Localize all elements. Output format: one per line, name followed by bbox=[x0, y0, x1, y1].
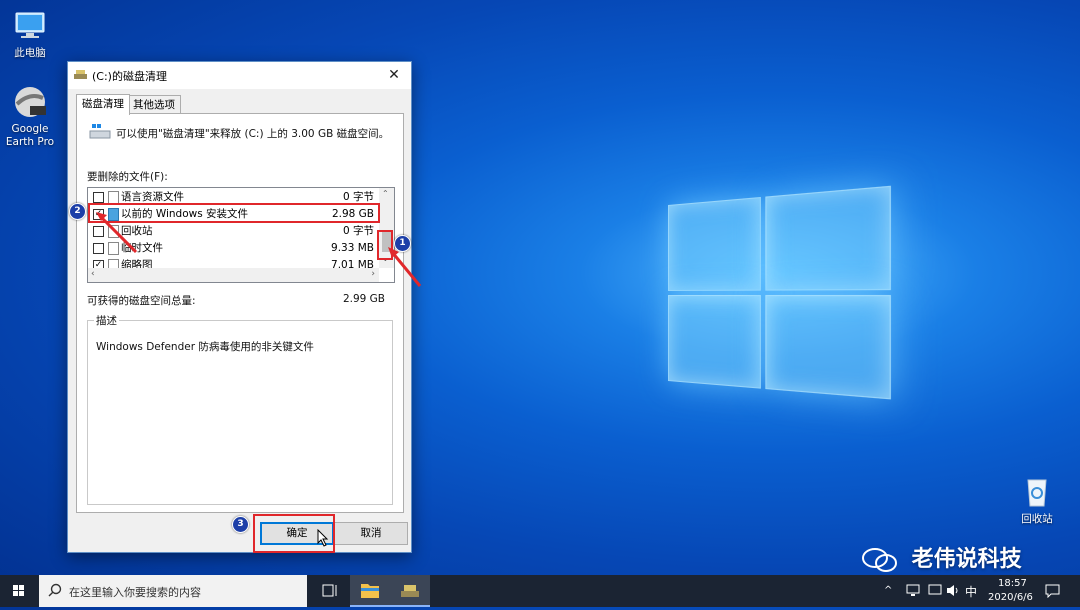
tab-disk-cleanup[interactable]: 磁盘清理 bbox=[76, 94, 130, 115]
chevron-up-icon[interactable]: ^ bbox=[884, 585, 892, 596]
scroll-left-icon[interactable]: ‹ bbox=[91, 269, 95, 279]
desktop-icon-label: Google Earth Pro bbox=[5, 123, 55, 148]
file-explorer-button[interactable] bbox=[350, 575, 390, 607]
recycle-bin-small-icon bbox=[108, 225, 119, 238]
file-size: 0 字节 bbox=[342, 225, 374, 237]
tab-panel: 可以使用"磁盘清理"来释放 (C:) 上的 3.00 GB 磁盘空间。 要删除的… bbox=[76, 113, 404, 513]
tab-more-options[interactable]: 其他选项 bbox=[127, 95, 181, 114]
task-view-icon bbox=[322, 584, 337, 597]
step-badge-3: 3 bbox=[232, 516, 249, 533]
cancel-button[interactable]: 取消 bbox=[334, 522, 408, 545]
file-checkbox[interactable] bbox=[93, 192, 104, 203]
total-space-label: 可获得的磁盘空间总量: bbox=[87, 295, 196, 307]
list-item[interactable]: 临时文件 9.33 MB bbox=[90, 240, 378, 256]
folder-icon bbox=[361, 584, 379, 598]
desktop-icon-this-pc[interactable]: 此电脑 bbox=[0, 8, 60, 60]
desktop-icon-label: 此电脑 bbox=[14, 47, 46, 59]
desktop-icon-label: 回收站 bbox=[1021, 513, 1053, 525]
clock-date[interactable]: 2020/6/6 bbox=[988, 592, 1033, 603]
scroll-up-icon[interactable]: ⌃ bbox=[382, 189, 389, 198]
notification-icon[interactable] bbox=[1045, 584, 1060, 601]
description-legend: 描述 bbox=[94, 313, 119, 328]
watermark-text: 老伟说科技 bbox=[911, 547, 1022, 572]
disk-cleanup-dialog: (C:)的磁盘清理 ✕ 磁盘清理 其他选项 可以使用"磁盘清理"来释放 (C:)… bbox=[67, 61, 412, 553]
files-list[interactable]: 语言资源文件 0 字节 ✓ 以前的 Windows 安装文件 2.98 GB 回… bbox=[87, 187, 395, 283]
description-group: 描述 Windows Defender 防病毒使用的非关键文件 bbox=[87, 313, 393, 505]
drive-icon bbox=[89, 122, 111, 140]
google-earth-icon bbox=[12, 84, 48, 120]
highlight-windows-old-row bbox=[88, 203, 380, 223]
description-text: Windows Defender 防病毒使用的非关键文件 bbox=[96, 341, 314, 353]
horizontal-scrollbar[interactable]: ‹ › bbox=[88, 268, 379, 282]
total-space-value: 2.99 GB bbox=[342, 293, 385, 305]
files-to-delete-label: 要删除的文件(F): bbox=[87, 171, 168, 183]
file-name: 回收站 bbox=[121, 225, 153, 237]
list-item[interactable]: 回收站 0 字节 bbox=[90, 223, 378, 239]
file-checkbox[interactable] bbox=[93, 243, 104, 254]
computer-icon bbox=[12, 8, 48, 44]
network-icon[interactable] bbox=[906, 584, 920, 600]
highlight-scroll-thumb bbox=[377, 230, 393, 260]
task-view-button[interactable] bbox=[310, 575, 350, 607]
clock-time[interactable]: 18:57 bbox=[998, 578, 1027, 589]
recycle-bin-icon bbox=[1019, 474, 1055, 510]
taskbar-search-box[interactable]: 在这里输入你要搜索的内容 bbox=[39, 575, 307, 607]
start-button[interactable] bbox=[0, 575, 38, 607]
disk-cleanup-taskbar-button[interactable] bbox=[390, 575, 430, 607]
title-bar[interactable]: (C:)的磁盘清理 ✕ bbox=[68, 62, 411, 89]
intro-text: 可以使用"磁盘清理"来释放 (C:) 上的 3.00 GB 磁盘空间。 bbox=[116, 128, 390, 140]
disk-cleanup-icon bbox=[74, 69, 87, 80]
windows-start-icon bbox=[13, 585, 24, 596]
taskbar: 在这里输入你要搜索的内容 ^ 中 18:57 2020/6/6 bbox=[0, 575, 1080, 607]
desktop-icon-recycle-bin[interactable]: 回收站 bbox=[1007, 474, 1067, 526]
close-button[interactable]: ✕ bbox=[377, 62, 411, 89]
volume-icon[interactable] bbox=[946, 584, 960, 600]
windows-wallpaper-logo bbox=[668, 185, 894, 404]
file-icon bbox=[108, 242, 119, 255]
search-placeholder: 在这里输入你要搜索的内容 bbox=[69, 586, 201, 599]
file-checkbox[interactable] bbox=[93, 226, 104, 237]
step-badge-1: 1 bbox=[394, 235, 411, 252]
file-size: 9.33 MB bbox=[331, 242, 374, 254]
watermark: 老伟说科技 bbox=[862, 541, 1022, 573]
desktop-icon-google-earth[interactable]: Google Earth Pro bbox=[0, 84, 60, 149]
step-badge-2: 2 bbox=[69, 203, 86, 220]
disk-cleanup-icon bbox=[401, 585, 419, 597]
search-icon bbox=[48, 583, 62, 600]
ime-indicator[interactable]: 中 bbox=[965, 583, 977, 600]
mouse-cursor-icon bbox=[317, 529, 329, 547]
wechat-icon bbox=[862, 547, 898, 573]
monitor-icon[interactable] bbox=[928, 584, 942, 600]
dialog-title: (C:)的磁盘清理 bbox=[92, 70, 167, 83]
file-name: 临时文件 bbox=[121, 242, 163, 254]
scroll-right-icon[interactable]: › bbox=[371, 269, 375, 279]
